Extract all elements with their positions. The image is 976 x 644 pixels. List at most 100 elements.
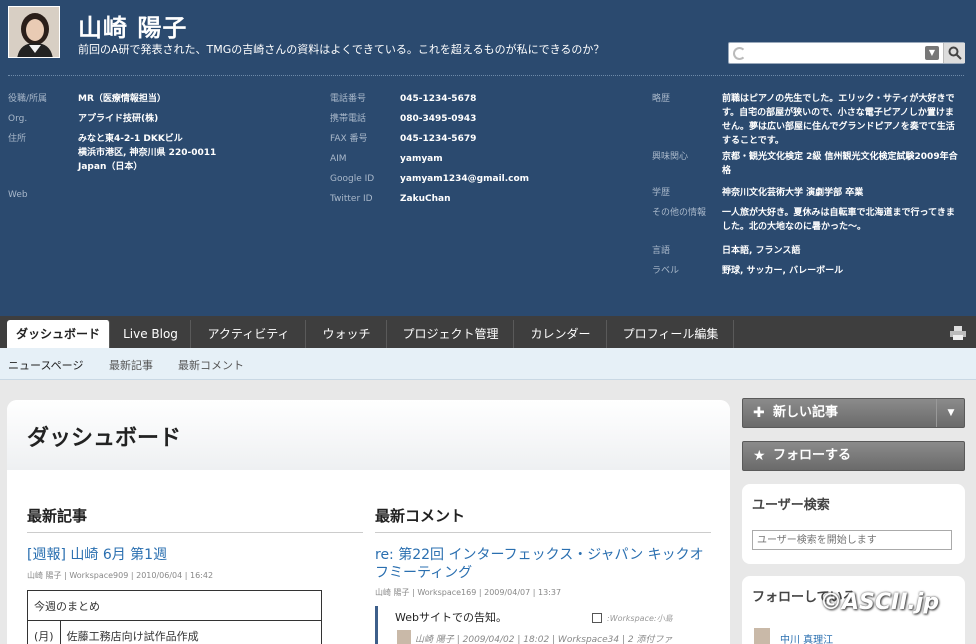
profile-label: Google ID [330,174,375,184]
dashboard-panel: ダッシュボード 最新記事 [週報] 山崎 6月 第1週 山崎 陽子 | Work… [7,400,730,644]
profile-label: 電話番号 [330,94,367,104]
profile-label: その他の情報 [652,208,707,218]
header-search-box[interactable]: ▼ [728,42,965,64]
profile-value: みなと東4-2-1 DKKビル 横浜市港区, 神奈川県 220-0011 Jap… [78,134,217,172]
section-divider [27,532,363,533]
profile-label: 興味関心 [652,152,689,162]
profile-row-aim: AIM yamyam [330,152,630,172]
profile-value: ZakuChan [400,194,451,204]
comment-title-link[interactable]: re: 第22回 インターフェックス・ジャパン キックオフミーティング [375,546,711,582]
following-user-link[interactable]: 中川 真理江 [780,631,833,644]
tab-dashboard[interactable]: ダッシュボード [7,320,110,348]
search-button[interactable] [943,43,965,63]
tab-watch[interactable]: ウォッチ [307,320,387,348]
new-post-label: 新しい記事 [773,405,839,420]
profile-column-contact: 電話番号 045-1234-5678 携帯電話 080-3495-0943 FA… [330,92,630,212]
tab-live-blog[interactable]: Live Blog [111,320,191,348]
profile-label: 役職/所属 [8,94,48,104]
table-row: 今週のまとめ [27,590,322,621]
avatar[interactable] [754,628,770,644]
section-divider [375,532,711,533]
profile-label: AIM [330,154,347,164]
profile-value: 京都・観光文化検定 2級 信州観光文化検定試験2009年合格 [722,152,958,176]
table-cell: 佐藤工務店向け試作品作成 [59,620,323,644]
profile-row-labels: ラベル 野球, サッカー, バレーボール [652,264,962,284]
profile-value: 野球, サッカー, バレーボール [722,266,844,276]
profile-row-languages: 言語 日本語, フランス語 [652,244,962,264]
user-search-title: ユーザー検索 [752,498,830,513]
profile-row-bio: 略歴 前職はピアノの先生でした。エリック・サティが大好きです。自宅の部屋が狭いの… [652,92,962,150]
watermark-logo: ©ASCII.jp [820,590,940,615]
profile-value: 一人旅が大好き。夏休みは自転車で北海道まで行ってきました。北の大地なのに暑かった… [722,208,955,232]
profile-label: 略歴 [652,94,671,104]
profile-label: Web [8,190,28,200]
profile-row-mobile: 携帯電話 080-3495-0943 [330,112,630,132]
star-icon: ★ [753,448,766,464]
profile-row-other: その他の情報 一人旅が大好き。夏休みは自転車で北海道まで行ってきました。北の大地… [652,206,962,244]
user-name: 山崎 陽子 [78,14,188,42]
tab-profile-edit[interactable]: プロフィール編集 [608,320,734,348]
profile-value: MR（医療情報担当） [78,94,166,104]
profile-column-about: 略歴 前職はピアノの先生でした。エリック・サティが大好きです。自宅の部屋が狭いの… [652,92,962,284]
tab-calendar[interactable]: カレンダー [515,320,607,348]
tab-project-management[interactable]: プロジェクト管理 [388,320,514,348]
latest-posts-heading: 最新記事 [27,507,88,525]
follow-label: フォローする [773,448,852,463]
loading-icon [733,47,746,60]
user-search-input[interactable] [752,530,952,550]
avatar [397,630,411,644]
profile-row-phone: 電話番号 045-1234-5678 [330,92,630,112]
profile-label: 携帯電話 [330,114,367,124]
post-title-link[interactable]: [週報] 山崎 6月 第1週 [27,546,357,564]
profile-value: 前職はピアノの先生でした。エリック・サティが大好きです。自宅の部屋が狭いので、小… [722,94,955,146]
profile-label: FAX 番号 [330,134,368,144]
page-title: ダッシュボード [27,426,182,451]
comment-meta: 山崎 陽子 | Workspace169 | 2009/04/07 | 13:3… [375,588,562,597]
subnav-latest-comments[interactable]: 最新コメント [178,357,244,373]
profile-row-google: Google ID yamyam1234@gmail.com [330,172,630,192]
profile-value: 045-1234-5679 [400,134,477,144]
latest-comments-heading: 最新コメント [375,507,466,525]
profile-value: アプライド技研(株) [78,114,159,124]
subnav-latest-posts[interactable]: 最新記事 [109,357,153,373]
profile-label: Org. [8,114,28,124]
profile-value: 080-3495-0943 [400,114,477,124]
quote-meta: 山崎 陽子 | 2009/04/02 | 18:02 | Workspace34… [415,635,673,644]
user-avatar[interactable] [8,6,60,58]
profile-row-address: 住所 みなと東4-2-1 DKKビル 横浜市港区, 神奈川県 220-0011 … [8,132,308,188]
tab-activity[interactable]: アクティビティ [192,320,306,348]
profile-row-fax: FAX 番号 045-1234-5679 [330,132,630,152]
profile-row-interests: 興味関心 京都・観光文化検定 2級 信州観光文化検定試験2009年合格 [652,150,962,186]
profile-label: 学歴 [652,188,671,198]
profile-label: Twitter ID [330,194,373,204]
profile-value: 045-1234-5678 [400,94,477,104]
chevron-down-icon[interactable]: ▼ [925,46,939,60]
subnav-news-page[interactable]: ニュースページ [8,357,83,373]
post-summary-table: 今週のまとめ (月) 佐藤工務店向け試作品作成 [27,590,323,644]
post-meta: 山崎 陽子 | Workspace909 | 2010/06/04 | 16:4… [27,571,214,580]
header-divider [8,75,964,76]
print-icon[interactable] [950,326,966,340]
quote-checkbox[interactable] [592,613,602,623]
profile-row-twitter: Twitter ID ZakuChan [330,192,630,212]
table-cell: (月) [27,620,61,644]
plus-icon: ✚ [753,405,765,421]
profile-value: 神奈川文化芸術大学 演劇学部 卒業 [722,188,864,198]
profile-row-org: Org. アプライド技研(株) [8,112,308,132]
profile-row-web: Web [8,188,308,208]
profile-label: 言語 [652,246,671,256]
user-status-message: 前回のA研で発表された、TMGの吉崎さんの資料はよくできている。これを超えるもの… [78,43,605,56]
chevron-down-icon[interactable]: ▼ [936,399,965,427]
quote-workspace: :Workspace:小島 [607,614,673,623]
profile-value: yamyam1234@gmail.com [400,174,530,184]
profile-value: 日本語, フランス語 [722,246,801,256]
new-post-button[interactable]: ✚ 新しい記事 ▼ [742,398,965,428]
search-icon [948,46,962,60]
profile-label: ラベル [652,266,680,276]
quote-text: Webサイトでの告知。 [395,611,507,624]
table-row: (月) 佐藤工務店向け試作品作成 [27,620,323,644]
sub-navigation: ニュースページ 最新記事 最新コメント [0,348,976,380]
profile-label: 住所 [8,134,27,144]
follow-button[interactable]: ★ フォローする [742,441,965,471]
profile-column-basic: 役職/所属 MR（医療情報担当） Org. アプライド技研(株) 住所 みなと東… [8,92,308,208]
